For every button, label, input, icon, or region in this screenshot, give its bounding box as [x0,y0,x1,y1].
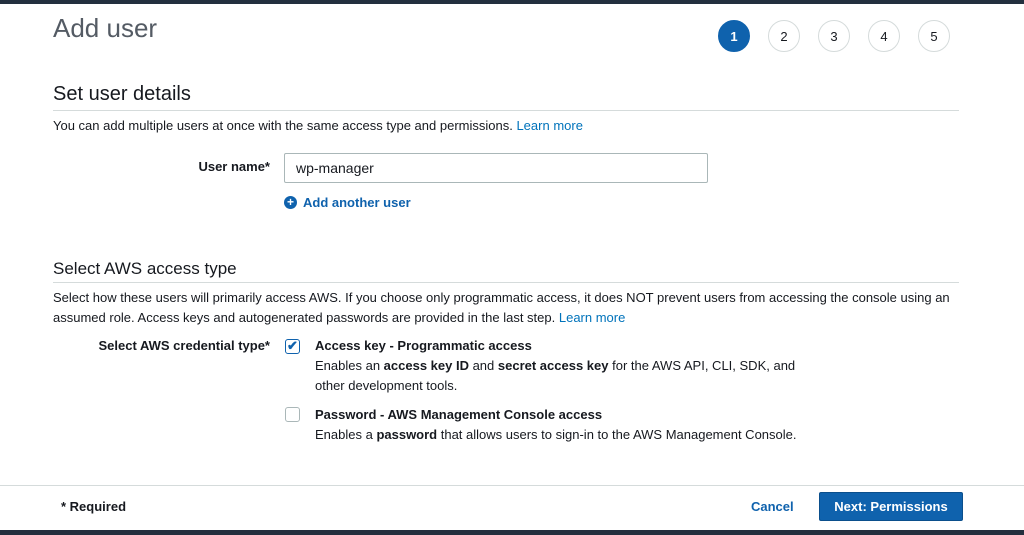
access-type-learn-more-link[interactable]: Learn more [559,310,625,325]
cancel-button[interactable]: Cancel [751,499,794,514]
access-type-description-text: Select how these users will primarily ac… [53,290,950,325]
step-1[interactable]: 1 [718,20,750,52]
password-option-title: Password - AWS Management Console access [315,407,603,422]
learn-more-link[interactable]: Learn more [516,118,582,133]
password-option-description: Enables a password that allows users to … [315,425,815,445]
add-another-user-label: Add another user [303,195,411,210]
password-checkbox[interactable] [285,407,300,422]
add-another-user-button[interactable]: + Add another user [284,195,411,210]
step-5[interactable]: 5 [918,20,950,52]
access-type-divider [53,282,959,283]
required-note: * Required [61,499,127,514]
access-key-id-term: access key ID [383,358,469,373]
user-details-title: Set user details [53,83,191,105]
step-2[interactable]: 2 [768,20,800,52]
secret-access-key-term: secret access key [497,358,609,373]
access-key-desc-part2: and [468,358,498,373]
next-permissions-button[interactable]: Next: Permissions [819,492,963,521]
access-type-description: Select how these users will primarily ac… [53,288,959,328]
access-key-option-description: Enables an access key ID and secret acce… [315,356,815,396]
user-details-description-text: You can add multiple users at once with … [53,118,513,133]
wizard-steps: 1 2 3 4 5 [718,20,968,52]
password-desc-part1: Enables a [315,427,377,442]
user-details-divider [53,110,959,111]
step-3[interactable]: 3 [818,20,850,52]
user-name-label: User name* [198,159,270,174]
access-key-desc-part1: Enables an [315,358,384,373]
access-key-checkbox[interactable]: ✔ [285,338,300,354]
user-details-description: You can add multiple users at once with … [53,116,959,136]
page-title: Add user [53,13,158,43]
access-key-option-title: Access key - Programmatic access [315,338,532,353]
password-desc-part2: that allows users to sign-in to the AWS … [437,427,797,442]
step-4[interactable]: 4 [868,20,900,52]
credential-type-label: Select AWS credential type* [98,338,270,353]
footer-divider [0,485,1024,486]
bottom-bar [0,530,1024,535]
user-name-input[interactable] [284,153,708,183]
plus-circle-icon: + [284,196,297,209]
access-type-title: Select AWS access type [53,259,237,278]
top-bar [0,0,1024,4]
checkmark-icon: ✔ [287,338,298,353]
password-term: password [376,427,438,442]
